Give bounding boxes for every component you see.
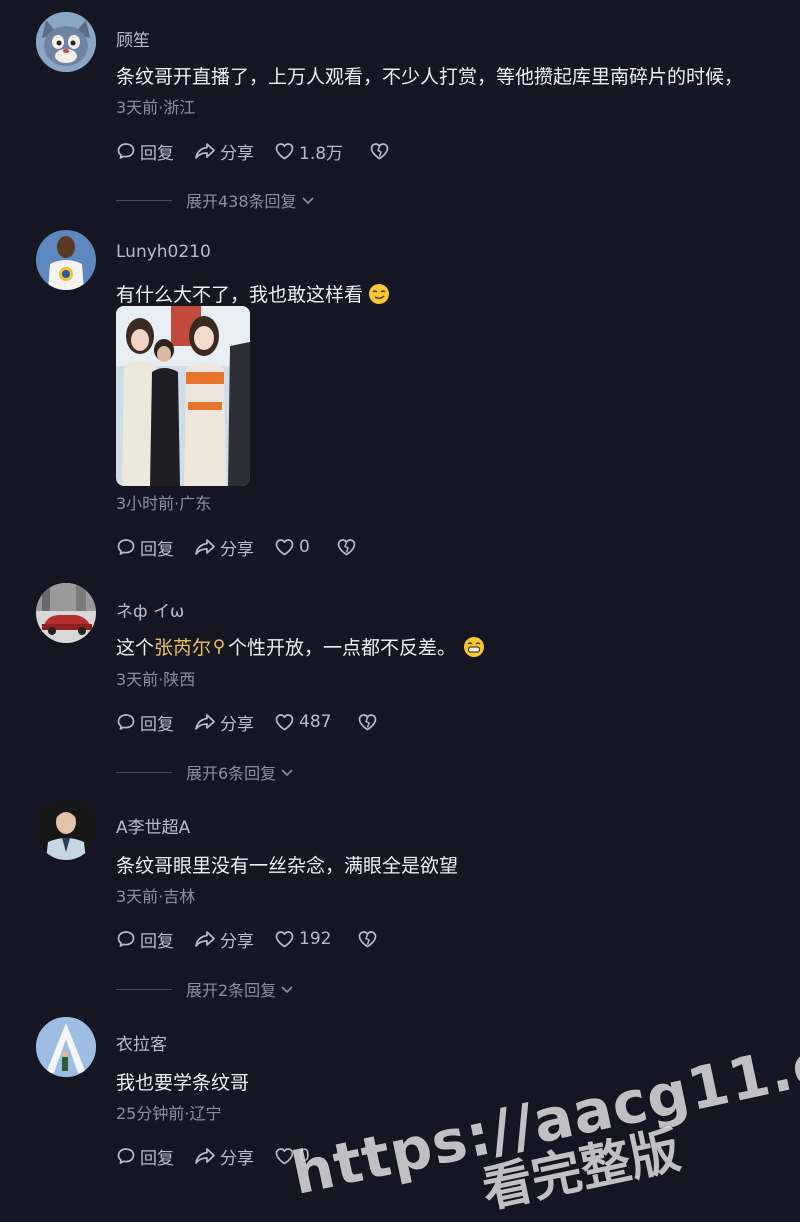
expand-replies-label: 展开438条回复 (186, 192, 297, 211)
share-label: 分享 (220, 143, 254, 164)
reply-icon (117, 1148, 135, 1164)
share-button[interactable]: 分享 (194, 927, 254, 952)
like-count: 0 (299, 537, 310, 557)
share-arrow-icon (195, 1148, 215, 1164)
comment-text: 条纹哥眼里没有一丝杂念，满眼全是欲望 (116, 855, 459, 877)
reply-button[interactable]: 回复 (116, 927, 174, 952)
dislike-button[interactable] (336, 537, 361, 557)
username[interactable]: A李世超A (116, 813, 190, 838)
like-button[interactable]: 1.8万 (274, 139, 343, 164)
share-arrow-icon (195, 539, 215, 555)
avatar[interactable] (36, 583, 96, 643)
comment-text: 这个 张芮尔 个性开放，一点都不反差。 (116, 633, 800, 660)
username[interactable]: 衣拉客 (116, 1030, 167, 1055)
share-button[interactable]: 分享 (194, 1144, 254, 1169)
mention-link[interactable]: 张芮尔 (154, 633, 211, 660)
reply-button[interactable]: 回复 (116, 710, 174, 735)
share-button[interactable]: 分享 (194, 710, 254, 735)
share-arrow-icon (195, 143, 215, 159)
comment-meta: 3天前·陕西 (116, 670, 196, 689)
broken-heart-icon (370, 143, 389, 160)
search-icon[interactable] (212, 638, 226, 656)
reply-button[interactable]: 回复 (116, 139, 174, 164)
expand-replies-label: 展开6条回复 (186, 764, 277, 783)
dislike-button[interactable] (357, 712, 382, 732)
man-portrait-avatar-icon (36, 800, 96, 860)
divider (116, 771, 172, 773)
share-button[interactable]: 分享 (194, 139, 254, 164)
divider (116, 199, 172, 201)
reply-icon (117, 143, 135, 159)
reply-label: 回复 (140, 539, 174, 560)
share-label: 分享 (220, 1148, 254, 1169)
expand-replies-button[interactable]: 展开2条回复 (116, 977, 295, 1001)
reply-icon (117, 931, 135, 947)
vintage-car-avatar-icon (36, 583, 96, 643)
avatar[interactable] (36, 1017, 96, 1077)
like-button[interactable]: 487 (274, 712, 331, 732)
comment-meta: 3天前·吉林 (116, 887, 196, 906)
triangle-landmark-avatar-icon (36, 1017, 96, 1077)
reply-button[interactable]: 回复 (116, 1144, 174, 1169)
avatar[interactable] (36, 230, 96, 290)
comment-meta: 3天前·浙江 (116, 98, 196, 117)
heart-icon (275, 539, 294, 556)
like-button[interactable]: 192 (274, 929, 331, 949)
like-count: 487 (299, 712, 332, 732)
dislike-button[interactable] (369, 141, 394, 161)
broken-heart-icon (337, 539, 356, 556)
comment-actions: 回复 分享 1.8万 (116, 139, 414, 164)
chevron-down-icon (301, 197, 314, 205)
reply-icon (117, 539, 135, 555)
comment-actions: 回复 分享 192 (116, 927, 402, 952)
avatar[interactable] (36, 800, 96, 860)
comment-text-suffix: 个性开放，一点都不反差。 (228, 637, 457, 659)
username[interactable]: Lunyh0210 (116, 242, 211, 262)
share-button[interactable]: 分享 (194, 535, 254, 560)
share-arrow-icon (195, 931, 215, 947)
broken-heart-icon (359, 714, 377, 731)
comment-text-content: 有什么大不了，我也敢这样看 (116, 284, 364, 306)
expand-replies-label: 展开2条回复 (186, 981, 277, 1000)
share-label: 分享 (220, 931, 254, 952)
cartoon-cat-avatar-icon (36, 12, 96, 72)
chevron-down-icon (281, 769, 293, 777)
smirk-emoji-icon (369, 283, 390, 304)
expand-replies-button[interactable]: 展开6条回复 (116, 760, 295, 784)
grin-emoji-icon (464, 636, 485, 657)
reply-icon (117, 714, 135, 730)
comment-actions: 回复 分享 487 (116, 710, 402, 735)
reply-label: 回复 (140, 714, 174, 735)
share-label: 分享 (220, 714, 254, 735)
comment-actions: 回复 分享 0 (116, 535, 381, 560)
comment-photo[interactable] (116, 306, 250, 486)
comment-meta: 25分钟前·辽宁 (116, 1104, 222, 1123)
reply-button[interactable]: 回复 (116, 535, 174, 560)
comment-text: 有什么大不了，我也敢这样看 (116, 280, 800, 307)
divider (116, 988, 172, 990)
dislike-button[interactable] (357, 929, 382, 949)
comment-text-prefix: 这个 (116, 637, 155, 659)
chevron-down-icon (281, 986, 293, 994)
like-button[interactable]: 0 (274, 537, 310, 557)
heart-icon (275, 931, 294, 948)
username[interactable]: 顾笙 (116, 26, 150, 51)
share-arrow-icon (195, 714, 215, 730)
reply-label: 回复 (140, 931, 174, 952)
heart-icon (275, 143, 294, 160)
expand-replies-button[interactable]: 展开438条回复 (116, 188, 316, 212)
broken-heart-icon (359, 931, 377, 948)
like-count: 1.8万 (299, 143, 344, 164)
comment-text: 条纹哥开直播了，上万人观看，不少人打赏，等他攒起库里南碎片的时候， (116, 66, 744, 88)
comment-meta: 3小时前·广东 (116, 494, 212, 513)
reply-label: 回复 (140, 143, 174, 164)
photo-image (116, 306, 250, 486)
share-label: 分享 (220, 539, 254, 560)
avatar[interactable] (36, 12, 96, 72)
heart-icon (275, 714, 294, 731)
username[interactable]: ネф イω (116, 597, 184, 622)
basketball-player-avatar-icon (36, 230, 96, 290)
like-count: 192 (299, 929, 332, 949)
reply-label: 回复 (140, 1148, 174, 1169)
